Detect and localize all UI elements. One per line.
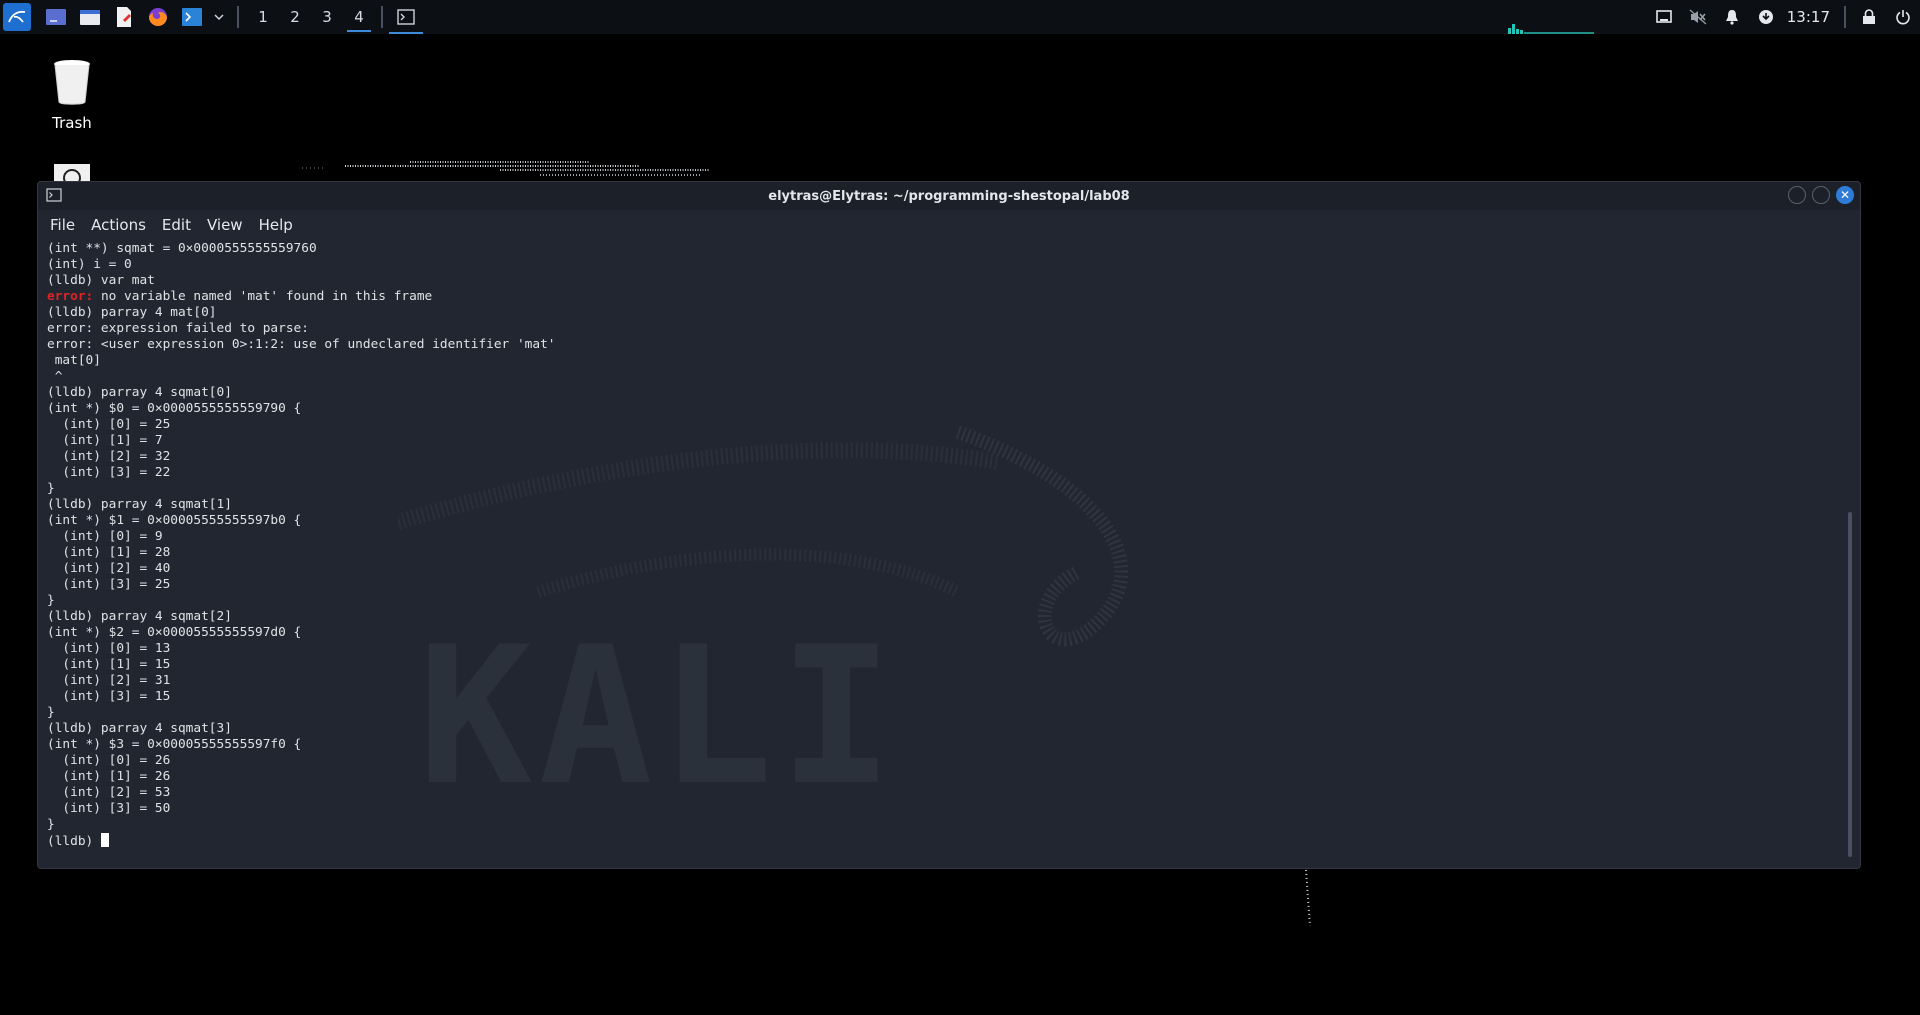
terminal-line: (int) [1] = 7 — [47, 433, 163, 448]
terminal-line: } — [47, 593, 55, 608]
window-title: elytras@Elytras: ~/programming-shestopal… — [768, 188, 1130, 204]
panel-separator — [1844, 6, 1846, 28]
trash-desktop-icon[interactable]: Trash — [38, 58, 106, 132]
terminal-line: (lldb) parray 4 mat[0] — [47, 305, 217, 320]
terminal-line: error: <user expression 0>:1:2: use of u… — [47, 337, 556, 352]
trash-label: Trash — [52, 114, 92, 132]
cpu-graph-icon — [1508, 24, 1594, 34]
terminal-line: (int) [3] = 15 — [47, 689, 171, 704]
volume-muted-icon[interactable] — [1681, 0, 1715, 34]
menu-bar: File Actions Edit View Help — [38, 210, 1860, 240]
terminal-line: (int) [1] = 28 — [47, 545, 171, 560]
terminal-scrollbar[interactable] — [1848, 512, 1852, 857]
terminal-line: (int *) $1 = 0×00005555555597b0 { — [47, 513, 302, 528]
file-manager-icon[interactable] — [75, 2, 105, 32]
bell-icon[interactable] — [1715, 0, 1749, 34]
terminal-line: ^ — [47, 369, 63, 384]
menu-help[interactable]: Help — [259, 216, 293, 234]
window-controls: ✕ — [1782, 186, 1854, 204]
terminal-line: } — [47, 705, 55, 720]
terminal-line: (int) [2] = 32 — [47, 449, 171, 464]
window-titlebar[interactable]: elytras@Elytras: ~/programming-shestopal… — [38, 182, 1860, 210]
menu-edit[interactable]: Edit — [162, 216, 191, 234]
workspace-4[interactable]: 4 — [344, 2, 374, 32]
trash-icon — [54, 60, 90, 105]
lock-icon[interactable] — [1852, 0, 1886, 34]
terminal-line: (int *) $2 = 0×00005555555597d0 { — [47, 625, 302, 640]
terminal-line: (int) [1] = 26 — [47, 769, 171, 784]
minimize-button[interactable] — [1788, 186, 1806, 204]
terminal-line: (int) [2] = 53 — [47, 785, 171, 800]
terminal-line: error: expression failed to parse: — [47, 321, 309, 336]
close-button[interactable]: ✕ — [1836, 186, 1854, 204]
update-icon[interactable] — [1749, 0, 1783, 34]
close-icon: ✕ — [1839, 188, 1851, 202]
terminal-error-line: error: no variable named 'mat' found in … — [47, 289, 1840, 305]
panel-launchers: 1 2 3 4 — [0, 0, 425, 34]
prompt: (lldb) — [47, 834, 101, 849]
terminal-line: (int) [3] = 50 — [47, 801, 171, 816]
wallpaper-dots-tail — [1305, 869, 1311, 927]
terminal-line: } — [47, 481, 55, 496]
top-panel: 1 2 3 4 13:17 — [0, 0, 1920, 34]
show-desktop-icon[interactable] — [41, 2, 71, 32]
terminal-prompt-line[interactable]: (lldb) — [47, 833, 1840, 850]
terminal-line: (int) [2] = 40 — [47, 561, 171, 576]
terminal-line: (lldb) parray 4 sqmat[0] — [47, 385, 232, 400]
workspace-1[interactable]: 1 — [248, 2, 278, 32]
terminal-line: (int) [1] = 15 — [47, 657, 171, 672]
clock[interactable]: 13:17 — [1787, 8, 1830, 26]
terminal-line: (int) [0] = 26 — [47, 753, 171, 768]
panel-separator — [237, 6, 239, 28]
terminal-line: (int) [2] = 31 — [47, 673, 171, 688]
menu-file[interactable]: File — [50, 216, 75, 234]
firefox-icon[interactable] — [143, 2, 173, 32]
power-icon[interactable] — [1886, 0, 1920, 34]
terminal-line: (int) [3] = 25 — [47, 577, 171, 592]
terminal-line: (int *) $3 = 0×00005555555597f0 { — [47, 737, 302, 752]
panel-separator — [381, 6, 383, 28]
terminal-output[interactable]: (int **) sqmat = 0×0000555555559760 (int)… — [47, 240, 1840, 868]
terminal-icon[interactable] — [177, 2, 207, 32]
workspace-2[interactable]: 2 — [280, 2, 310, 32]
terminal-line: (lldb) parray 4 sqmat[1] — [47, 497, 232, 512]
terminal-line: (lldb) var mat — [47, 273, 155, 288]
window-terminal-icon — [46, 188, 62, 202]
terminal-line: (lldb) parray 4 sqmat[2] — [47, 609, 232, 624]
system-tray: 13:17 — [1647, 0, 1920, 34]
kali-menu-icon[interactable] — [3, 3, 31, 31]
desktop-icon-partial[interactable] — [54, 162, 90, 187]
terminal-line: (int) [0] = 13 — [47, 641, 171, 656]
text-editor-icon[interactable] — [109, 2, 139, 32]
error-message: no variable named 'mat' found in this fr… — [93, 289, 433, 304]
terminal-line: (int) [0] = 25 — [47, 417, 171, 432]
text-cursor — [100, 833, 109, 847]
wallpaper-dots — [302, 161, 710, 176]
terminal-window: elytras@Elytras: ~/programming-shestopal… — [37, 181, 1861, 869]
terminal-line: (int **) sqmat = 0×0000555555559760 — [47, 241, 317, 256]
terminal-line: mat[0] — [47, 353, 101, 368]
terminal-line: (int) [0] = 9 — [47, 529, 163, 544]
menu-view[interactable]: View — [207, 216, 243, 234]
workspace-3[interactable]: 3 — [312, 2, 342, 32]
menu-actions[interactable]: Actions — [91, 216, 146, 234]
terminal-line: (int *) $0 = 0×0000555555559790 { — [47, 401, 302, 416]
terminal-line: (int) [3] = 22 — [47, 465, 171, 480]
terminal-line: (int) i = 0 — [47, 257, 132, 272]
taskbar-terminal-button[interactable] — [387, 0, 425, 34]
error-label: error: — [47, 289, 94, 304]
chevron-down-icon[interactable] — [211, 2, 227, 32]
screen-icon[interactable] — [1647, 0, 1681, 34]
terminal-line: (lldb) parray 4 sqmat[3] — [47, 721, 232, 736]
maximize-button[interactable] — [1812, 186, 1830, 204]
terminal-line: } — [47, 817, 55, 832]
